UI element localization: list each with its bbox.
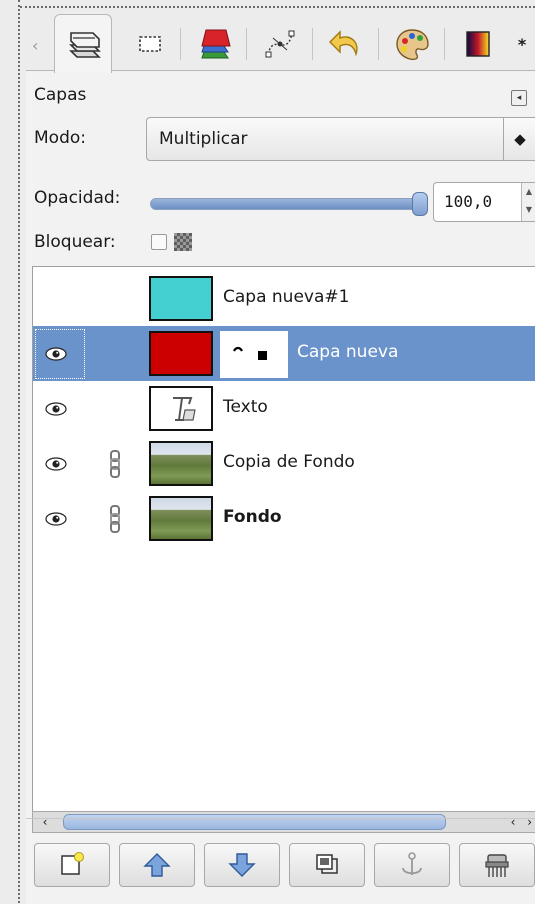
gradient-icon xyxy=(466,31,490,57)
dock-bottom-border xyxy=(26,818,535,819)
tab-paths[interactable] xyxy=(186,20,242,68)
layer-row[interactable]: Capa nueva#1 xyxy=(33,271,535,326)
delete-layer-icon xyxy=(485,854,509,877)
raise-layer-icon xyxy=(143,853,171,877)
dock-header: Capas xyxy=(34,85,535,105)
tab-palettes[interactable] xyxy=(384,20,440,68)
lock-pixels-checkbox[interactable] xyxy=(151,234,167,250)
spin-arrows-icon[interactable]: ▲ ▼ xyxy=(521,183,535,221)
raise-layer-button[interactable] xyxy=(119,843,195,887)
tab-overflow-icon: * xyxy=(517,34,527,54)
opacity-label: Opacidad: xyxy=(34,188,121,208)
dock-title: Capas xyxy=(34,85,87,105)
layer-name: Capa nueva xyxy=(297,342,399,362)
channels-icon xyxy=(139,36,161,52)
opacity-slider[interactable] xyxy=(150,198,426,210)
layer-thumbnail xyxy=(149,441,213,486)
anchor-layer-button[interactable] xyxy=(374,843,450,887)
anchor-layer-icon xyxy=(402,852,422,875)
tab-layers[interactable] xyxy=(54,14,112,73)
layer-row[interactable]: Texto xyxy=(33,381,535,436)
tab-channels[interactable] xyxy=(122,20,178,68)
layers-icon xyxy=(69,32,101,58)
layer-thumbnail xyxy=(149,331,213,376)
opacity-value: 100,0 xyxy=(444,192,493,211)
tab-undo-history[interactable] xyxy=(318,20,374,68)
layer-row-selected[interactable]: Capa nueva xyxy=(33,326,535,381)
vectors-icon xyxy=(265,30,295,58)
eye-icon[interactable] xyxy=(45,347,67,361)
scroll-left-icon[interactable]: ‹ xyxy=(33,812,57,832)
lock-label: Bloquear: xyxy=(34,232,116,252)
scroll-right-icon[interactable]: ‹ › xyxy=(476,812,535,832)
dock-menu-icon[interactable]: ◂ xyxy=(511,90,527,106)
new-layer-icon xyxy=(61,852,84,875)
dock-border-top xyxy=(20,6,535,8)
layer-mask-thumbnail xyxy=(220,331,288,378)
duplicate-layer-icon xyxy=(316,854,338,874)
dock-tab-bar: ‹ * xyxy=(26,14,535,73)
eye-icon[interactable] xyxy=(45,457,67,471)
opacity-slider-handle[interactable] xyxy=(412,192,428,216)
undo-history-icon xyxy=(329,30,358,57)
dock-border-left xyxy=(18,0,20,903)
layers-list: Capa nueva#1 Capa nueva Texto Copia de F… xyxy=(32,266,535,812)
delete-layer-button[interactable] xyxy=(459,843,535,887)
duplicate-layer-button[interactable] xyxy=(289,843,365,887)
lock-alpha-icon[interactable] xyxy=(174,233,192,251)
tab-vectors[interactable] xyxy=(252,20,308,68)
opacity-spinbox[interactable]: 100,0 ▲ ▼ xyxy=(433,182,535,222)
combo-arrow-icon: ◆ xyxy=(503,118,535,160)
chain-link-icon[interactable] xyxy=(108,450,122,478)
layers-dock: Capas ◂ Modo: Multiplicar ◆ Opacidad: 10… xyxy=(26,70,535,904)
chain-link-icon[interactable] xyxy=(108,505,122,533)
tab-more[interactable]: * xyxy=(502,20,535,68)
mask-content-icon xyxy=(233,346,267,360)
layer-row[interactable]: Fondo xyxy=(33,491,535,546)
scroll-thumb[interactable] xyxy=(63,814,446,830)
paths-icon xyxy=(201,29,231,59)
mode-combobox[interactable]: Multiplicar ◆ xyxy=(146,117,535,161)
layer-row[interactable]: Copia de Fondo xyxy=(33,436,535,491)
eye-icon[interactable] xyxy=(45,512,67,526)
lower-layer-icon xyxy=(228,853,256,877)
mode-value: Multiplicar xyxy=(159,129,248,149)
layer-name: Texto xyxy=(223,397,268,417)
eye-icon[interactable] xyxy=(45,402,67,416)
layers-horizontal-scrollbar[interactable]: ‹ ‹ › xyxy=(32,811,535,833)
layer-thumbnail xyxy=(149,496,213,541)
layer-thumbnail xyxy=(149,276,213,321)
mode-label: Modo: xyxy=(34,128,86,148)
layer-name: Capa nueva#1 xyxy=(223,287,350,307)
text-layer-icon xyxy=(173,397,196,421)
layer-name: Fondo xyxy=(223,507,282,527)
new-layer-button[interactable] xyxy=(34,843,110,887)
layer-name: Copia de Fondo xyxy=(223,452,355,472)
layer-thumbnail xyxy=(149,386,213,431)
tab-gradients[interactable] xyxy=(450,20,506,68)
tab-scroll-left-icon[interactable]: ‹ xyxy=(32,36,38,55)
lower-layer-button[interactable] xyxy=(204,843,280,887)
palette-icon xyxy=(396,29,429,61)
